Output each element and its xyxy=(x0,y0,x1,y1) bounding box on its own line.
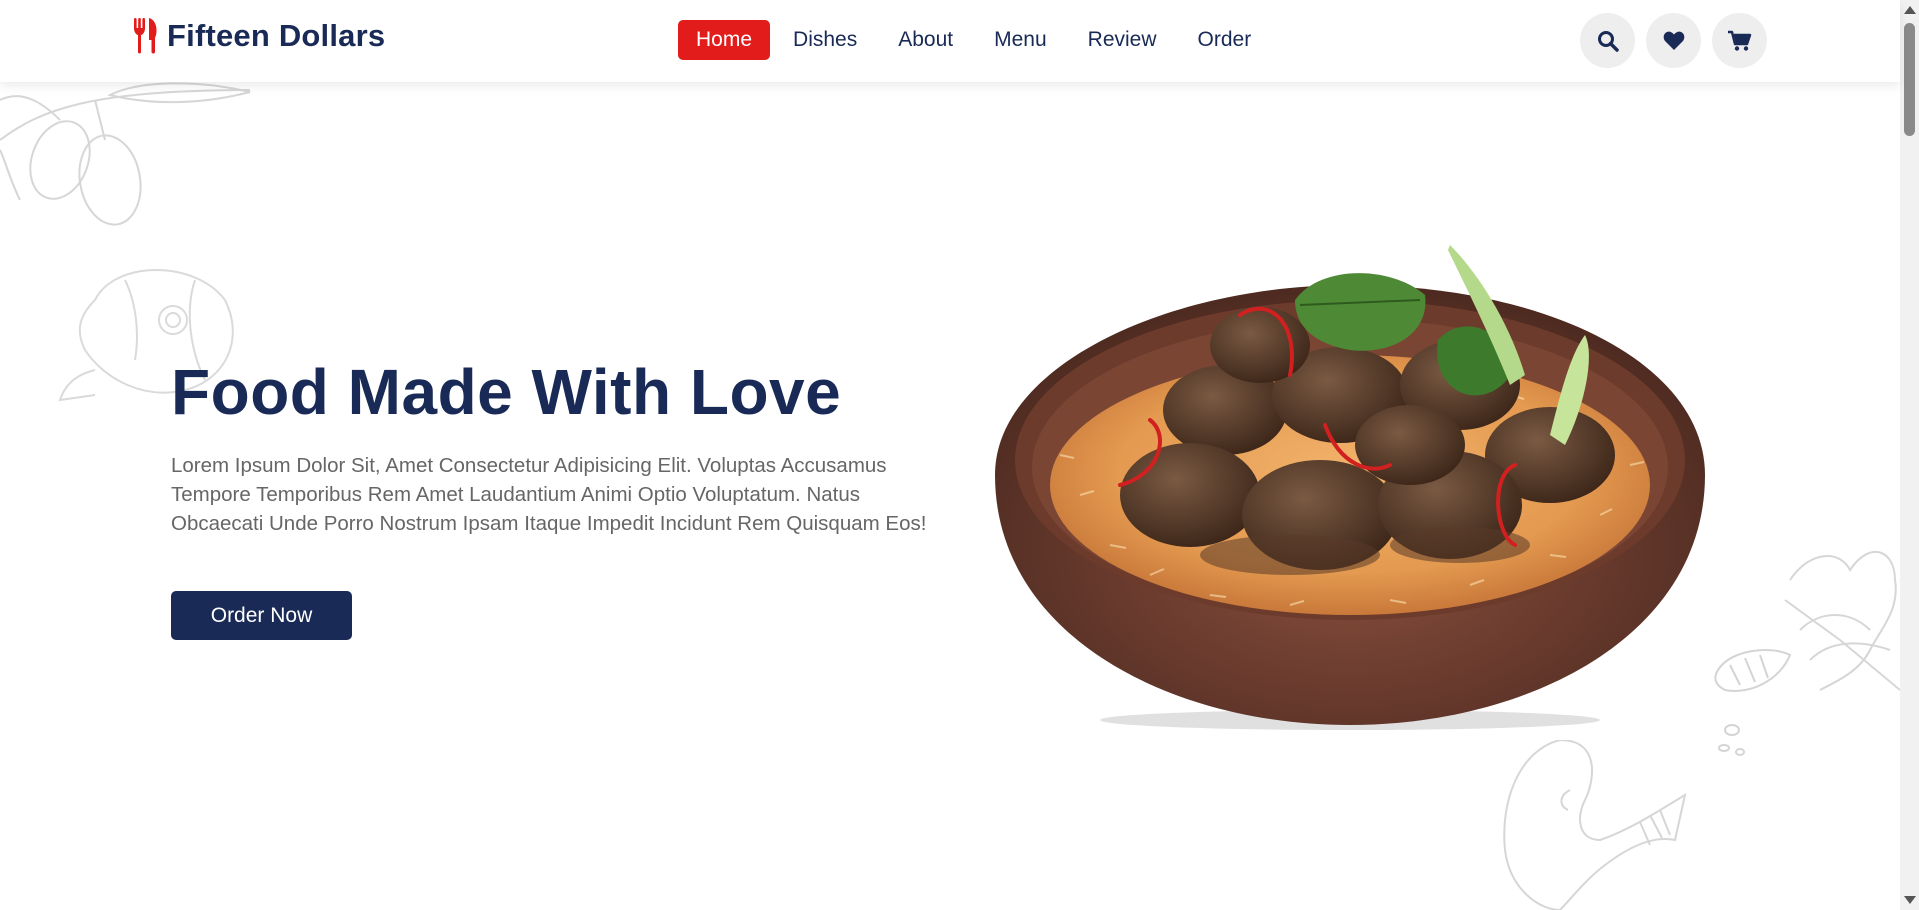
scroll-up-arrow-icon[interactable] xyxy=(1904,6,1916,14)
search-icon xyxy=(1597,30,1619,52)
page-scrollbar[interactable] xyxy=(1900,0,1919,910)
cart-icon xyxy=(1727,30,1751,51)
main-nav: Home Dishes About Menu Review Order xyxy=(678,20,1274,60)
header-icons xyxy=(1580,13,1767,68)
site-header: Fifteen Dollars Home Dishes About Menu R… xyxy=(0,0,1900,82)
scroll-thumb[interactable] xyxy=(1904,23,1915,136)
brand-logo[interactable]: Fifteen Dollars xyxy=(133,18,385,54)
search-button[interactable] xyxy=(1580,13,1635,68)
nav-item-home[interactable]: Home xyxy=(678,20,771,60)
mushroom-sketch xyxy=(1503,740,1687,910)
nav-item-dishes[interactable]: Dishes xyxy=(775,20,875,60)
dish-image xyxy=(995,245,1705,730)
nut-sketch xyxy=(1714,649,1792,756)
nav-item-about[interactable]: About xyxy=(880,20,971,60)
nav-item-order[interactable]: Order xyxy=(1180,20,1270,60)
cart-button[interactable] xyxy=(1712,13,1767,68)
hero-title: Food Made With Love xyxy=(171,356,842,428)
order-now-button[interactable]: Order Now xyxy=(171,591,352,640)
brand-name: Fifteen Dollars xyxy=(167,18,386,53)
utensils-icon xyxy=(133,18,159,54)
hero-description: Lorem Ipsum Dolor Sit, Amet Consectetur … xyxy=(171,454,927,535)
heart-icon xyxy=(1663,31,1684,50)
wishlist-button[interactable] xyxy=(1646,13,1701,68)
olive-branch-sketch xyxy=(0,82,251,226)
nav-item-menu[interactable]: Menu xyxy=(976,20,1065,60)
scroll-down-arrow-icon[interactable] xyxy=(1904,896,1916,904)
nav-item-review[interactable]: Review xyxy=(1070,20,1175,60)
